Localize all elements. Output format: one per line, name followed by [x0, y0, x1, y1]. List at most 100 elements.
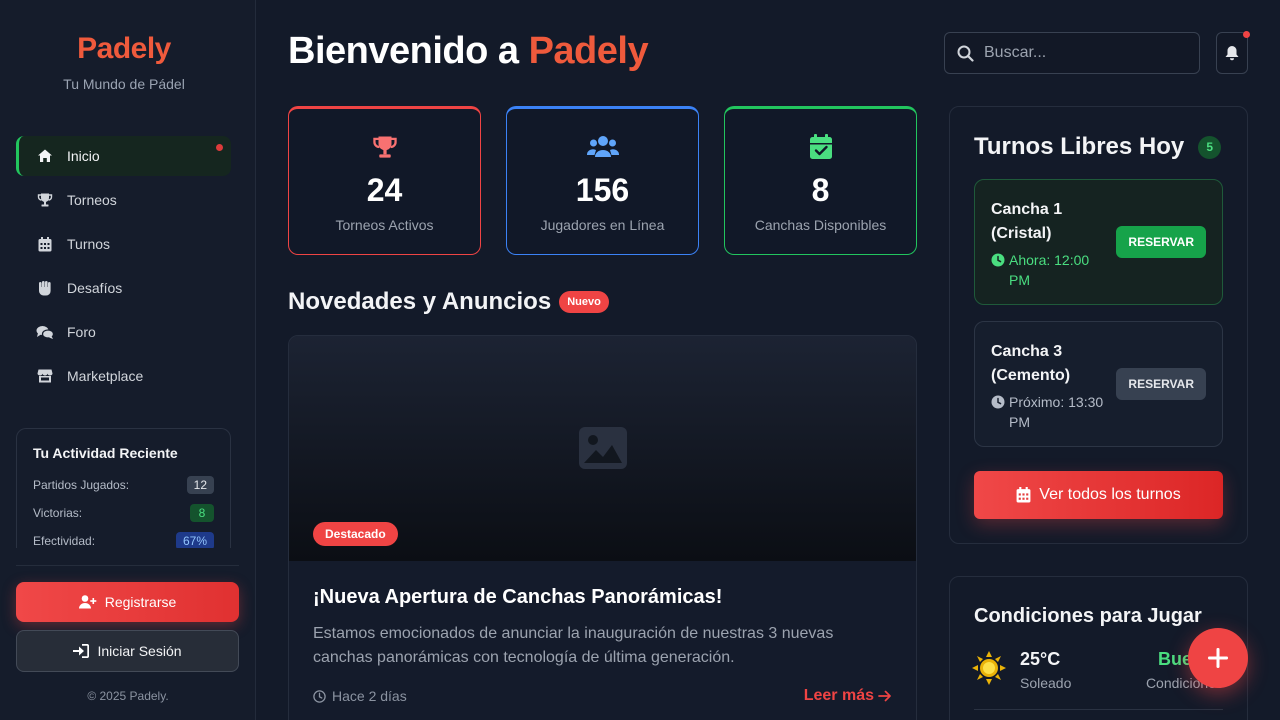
slots-title: Turnos Libres Hoy [974, 133, 1185, 160]
slots-count-badge: 5 [1198, 135, 1222, 159]
see-all-slots-button[interactable]: Ver todos los turnos [974, 471, 1223, 519]
sidebar-item-label: Inicio [67, 148, 100, 164]
title-accent: Padely [528, 30, 649, 72]
news-heading: Novedades y Anuncios Nuevo [288, 288, 609, 316]
sidebar-item-foro[interactable]: Foro [16, 312, 231, 352]
notification-dot [1243, 31, 1250, 38]
copyright: © 2025 Padely. [87, 689, 169, 703]
news-card-time: Hace 2 días [313, 688, 407, 704]
login-button[interactable]: Iniciar Sesión [16, 630, 239, 672]
stat-label: Canchas Disponibles [754, 217, 887, 233]
stat-card-tournaments[interactable]: 24 Torneos Activos [288, 106, 481, 255]
trophy-icon [371, 133, 399, 161]
stat-value: 156 [575, 172, 630, 208]
featured-badge: Destacado [313, 522, 398, 546]
activity-row-wins: Victorias: 8 [33, 503, 214, 523]
weather-divider [974, 709, 1223, 710]
reserve-button[interactable]: RESERVAR [1116, 226, 1206, 258]
store-icon [36, 367, 54, 385]
slot-time: Ahora: 12:00 PM [991, 250, 1111, 290]
news-time-label: Hace 2 días [332, 688, 407, 704]
activity-row-matches: Partidos Jugados: 12 [33, 475, 214, 495]
home-icon [36, 147, 54, 165]
weather-condition: Soleado [1020, 675, 1072, 691]
slot-item: Cancha 3 (Cemento) Próximo: 13:30 PM RES… [974, 321, 1223, 447]
sidebar-divider [16, 565, 239, 566]
slots-header: Turnos Libres Hoy 5 [974, 133, 1222, 161]
notifications-button[interactable] [1216, 31, 1250, 74]
slot-time: Próximo: 13:30 PM [991, 392, 1111, 432]
register-label: Registrarse [104, 594, 177, 610]
activity-title: Tu Actividad Reciente [33, 445, 178, 461]
calendar-check-icon [809, 133, 833, 161]
brand-tagline: Tu Mundo de Pádel [63, 76, 185, 92]
sidebar-item-desafios[interactable]: Desafíos [16, 268, 231, 308]
arrow-right-icon [878, 690, 891, 702]
search-input[interactable] [984, 44, 1184, 62]
stat-card-courts[interactable]: 8 Canchas Disponibles [724, 106, 917, 255]
news-card[interactable]: Destacado ¡Nueva Apertura de Canchas Pan… [288, 335, 917, 720]
title-prefix: Bienvenido a [288, 30, 529, 72]
chat-icon [36, 323, 54, 341]
reserve-button[interactable]: RESERVAR [1116, 368, 1206, 400]
add-fab-button[interactable] [1188, 628, 1248, 688]
activity-value: 8 [190, 504, 214, 522]
sidebar-nav: Inicio Torneos Turnos Desafíos Foro Mark… [16, 136, 231, 400]
sidebar-item-label: Foro [67, 324, 96, 340]
slot-time-label: Próximo: 13:30 PM [1009, 394, 1104, 430]
clock-icon [991, 395, 1005, 409]
activity-label: Partidos Jugados: [33, 478, 130, 492]
trophy-icon [36, 191, 54, 209]
brand-logo[interactable]: Padely [0, 32, 248, 66]
register-button[interactable]: Registrarse [16, 582, 239, 622]
slot-time-label: Ahora: 12:00 PM [1009, 252, 1090, 288]
sign-in-icon [73, 644, 90, 658]
sidebar-item-label: Desafíos [67, 280, 123, 296]
login-label: Iniciar Sesión [97, 643, 182, 659]
read-more-link[interactable]: Leer más [804, 687, 892, 705]
calendar-icon [1016, 487, 1031, 503]
stat-label: Jugadores en Línea [540, 217, 665, 233]
brand: Padely Tu Mundo de Pádel [0, 32, 248, 92]
news-card-title[interactable]: ¡Nueva Apertura de Canchas Panorámicas! [313, 586, 722, 609]
sidebar-item-marketplace[interactable]: Marketplace [16, 356, 231, 396]
slot-court-name: Cancha 1 (Cristal) [991, 201, 1063, 242]
users-icon [586, 133, 619, 161]
search-icon [957, 45, 974, 62]
sidebar-item-turnos[interactable]: Turnos [16, 224, 231, 264]
sidebar-item-inicio[interactable]: Inicio [16, 136, 231, 176]
notification-dot [216, 144, 223, 151]
news-title-heading: Novedades y Anuncios [288, 288, 552, 315]
news-image: Destacado [289, 336, 916, 561]
slot-item: Cancha 1 (Cristal) Ahora: 12:00 PM RESER… [974, 179, 1223, 305]
activity-value: 12 [186, 476, 214, 494]
user-plus-icon [78, 595, 97, 609]
activity-label: Victorias: [33, 506, 83, 520]
fist-icon [36, 279, 54, 297]
sidebar-item-label: Torneos [67, 192, 117, 208]
activity-value: 67% [175, 532, 214, 548]
sidebar: Padely Tu Mundo de Pádel Inicio Torneos … [0, 0, 256, 720]
plus-icon [1208, 648, 1228, 668]
image-placeholder-icon [579, 427, 627, 469]
page-title: Bienvenido a Padely [288, 30, 649, 73]
read-more-label: Leer más [803, 687, 874, 704]
clock-icon [313, 689, 326, 703]
bell-icon [1225, 46, 1239, 61]
sidebar-item-torneos[interactable]: Torneos [16, 180, 231, 220]
news-card-description: Estamos emocionados de anunciar la inaug… [313, 625, 834, 666]
search-box[interactable] [944, 32, 1200, 74]
sidebar-item-label: Marketplace [67, 368, 144, 384]
sun-icon [972, 651, 1006, 685]
sidebar-item-label: Turnos [67, 236, 111, 252]
clock-icon [991, 253, 1005, 267]
see-all-label: Ver todos los turnos [1039, 486, 1181, 503]
activity-row-effectiveness: Efectividad: 67% [33, 531, 214, 548]
weather-title: Condiciones para Jugar [974, 605, 1202, 627]
stat-label: Torneos Activos [335, 217, 434, 233]
calendar-icon [36, 235, 54, 253]
stat-value: 24 [366, 172, 403, 208]
stat-value: 8 [811, 172, 830, 208]
activity-card: Tu Actividad Reciente Partidos Jugados: … [16, 428, 231, 548]
stat-card-players[interactable]: 156 Jugadores en Línea [506, 106, 699, 255]
